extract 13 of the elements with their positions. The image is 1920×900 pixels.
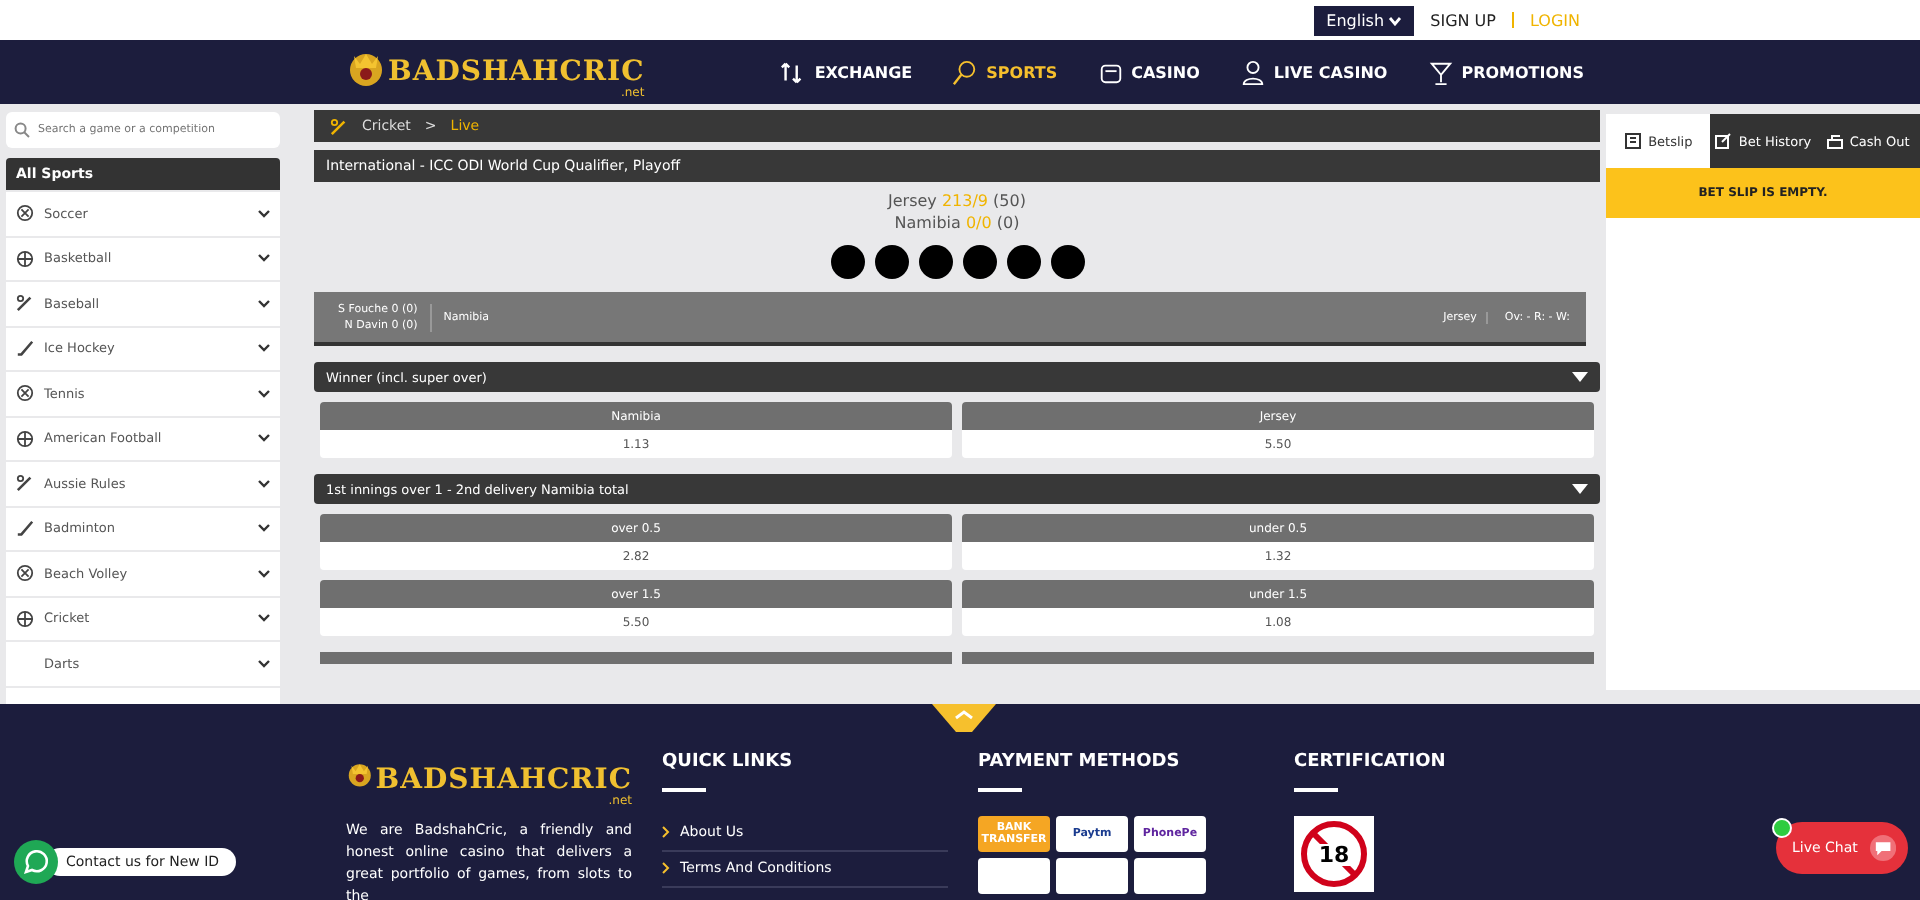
nav-link[interactable]: LIVE CASINO [1239, 59, 1388, 85]
language-select[interactable]: English [1314, 5, 1415, 35]
nav-link[interactable]: EXCHANGE [780, 59, 913, 85]
nav-link[interactable]: SPORTS [952, 59, 1058, 85]
section-title: PAYMENT METHODS [978, 752, 1182, 772]
team-score: Namibia 0/0 (0) [894, 214, 1020, 232]
nav-link[interactable]: CASINO [1097, 59, 1200, 85]
sign-up-link[interactable]: SIGN UP [1430, 11, 1496, 29]
team-score: Jersey 213/9 (50) [888, 192, 1026, 210]
section-title: CERTIFICATION [1294, 752, 1448, 772]
age-restriction-badge: 18 [1294, 816, 1374, 892]
nav-link[interactable]: PROMOTIONS [1427, 59, 1584, 85]
section-title: QUICK LINKS [662, 752, 795, 772]
